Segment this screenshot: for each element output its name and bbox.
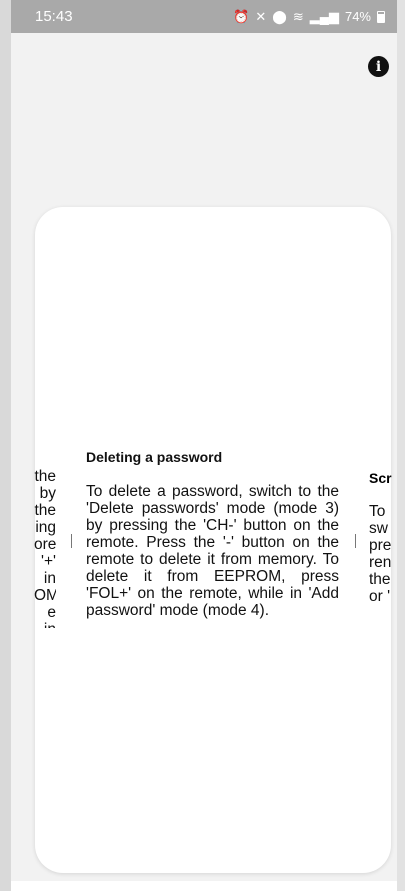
previous-line: '+' bbox=[41, 553, 56, 570]
bottom-bar bbox=[11, 881, 397, 891]
next-line: To bbox=[369, 503, 386, 520]
battery-icon bbox=[377, 10, 385, 23]
wifi-icon: ≋ bbox=[292, 8, 304, 24]
alarm-icon: ⏰ bbox=[233, 8, 250, 24]
battery-percent: 74% bbox=[344, 9, 371, 24]
slide-divider-left bbox=[71, 534, 72, 548]
next-line: ren bbox=[369, 554, 392, 571]
next-line: pre bbox=[369, 537, 392, 554]
mute-icon: ✕ bbox=[255, 8, 267, 24]
previous-line: e in bbox=[44, 604, 56, 628]
status-time: 15:43 bbox=[35, 8, 73, 25]
previous-line: by bbox=[39, 485, 56, 502]
previous-line: in bbox=[43, 570, 56, 587]
signal-icon: ▂▄▆ bbox=[309, 8, 339, 24]
info-icon: i bbox=[375, 58, 382, 75]
previous-line: ing bbox=[35, 519, 56, 536]
slide-body: To delete a password, switch to the 'Del… bbox=[86, 483, 339, 619]
slide-title: Deleting a password bbox=[86, 449, 223, 465]
left-frame bbox=[0, 0, 11, 891]
right-frame bbox=[397, 0, 405, 891]
previous-line: the bbox=[34, 502, 56, 519]
current-slide: Deleting a password To delete a password… bbox=[86, 449, 339, 619]
next-line: or ' bbox=[369, 588, 391, 605]
previous-line: ore. bbox=[34, 536, 56, 553]
next-slide: To sw pre ren the or ' bbox=[369, 503, 397, 613]
slide-divider-right bbox=[355, 534, 356, 548]
status-icons: ⏰ ✕ ⬤ ≋ ▂▄▆ 74% bbox=[233, 9, 385, 25]
next-line: the bbox=[369, 571, 391, 588]
next-slide-title-clip: Scr bbox=[369, 470, 397, 490]
previous-line: OM, bbox=[34, 587, 56, 604]
previous-slide: the by the ing ore. '+' in OM, e in bbox=[34, 468, 56, 628]
next-line: sw bbox=[369, 520, 388, 537]
info-button[interactable]: i bbox=[368, 56, 389, 77]
location-icon: ⬤ bbox=[272, 8, 287, 24]
previous-line: the bbox=[34, 468, 56, 485]
status-bar: 15:43 ⏰ ✕ ⬤ ≋ ▂▄▆ 74% bbox=[11, 0, 397, 33]
next-slide-title: Scr bbox=[369, 470, 392, 486]
